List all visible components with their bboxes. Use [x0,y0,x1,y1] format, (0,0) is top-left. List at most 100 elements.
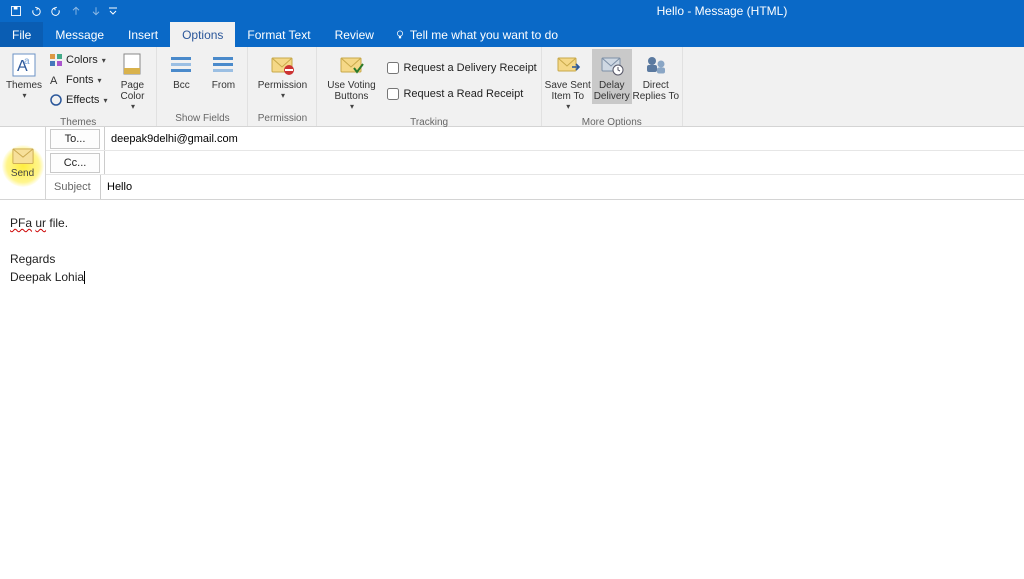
permission-icon [268,51,296,79]
delay-delivery-button[interactable]: Delay Delivery [592,49,632,104]
fonts-button[interactable]: A Fonts▾ [46,70,110,90]
delay-delivery-label: Delay Delivery [594,80,630,102]
page-color-icon [118,51,146,79]
save-sent-label: Save Sent Item To [545,80,591,102]
delivery-receipt-checkbox[interactable] [387,62,399,74]
group-more-options: Save Sent Item To ▾ Delay Delivery Direc… [542,47,683,126]
chevron-down-icon: ▾ [566,102,570,111]
window-title: Hello - Message (HTML) [657,4,788,18]
body-line-1: PFa ur file. [10,214,1014,232]
save-sent-icon [554,51,582,79]
send-button[interactable]: Send [0,127,46,199]
tab-file[interactable]: File [0,22,43,47]
tell-me-label: Tell me what you want to do [410,28,558,42]
save-icon[interactable] [8,3,24,19]
page-color-button[interactable]: Page Color ▾ [112,49,152,113]
effects-icon [49,93,63,107]
effects-button[interactable]: Effects▾ [46,90,110,110]
to-row: To... [46,127,1024,151]
subject-row: Subject [46,175,1024,199]
ribbon-tabs: File Message Insert Options Format Text … [0,22,1024,47]
use-voting-buttons[interactable]: Use Voting Buttons ▾ [321,49,381,113]
direct-replies-icon [642,51,670,79]
delivery-receipt-label: Request a Delivery Receipt [403,62,536,74]
request-delivery-receipt[interactable]: Request a Delivery Receipt [387,58,536,78]
to-button[interactable]: To... [50,129,100,149]
themes-icon: Aa [10,51,38,79]
chevron-down-icon: ▾ [22,91,26,100]
fonts-icon: A [49,73,63,87]
delay-delivery-icon [598,51,626,79]
effects-label: Effects [66,94,99,106]
group-tracking-label: Tracking [317,115,540,130]
permission-label: Permission [258,80,307,91]
body-text: PFa [10,216,32,230]
themes-label: Themes [6,80,42,91]
message-header: Send To... Cc... Subject [0,127,1024,200]
send-icon [12,148,34,166]
group-themes: Aa Themes ▾ Colors▾ A Fonts▾ Effects▾ [0,47,157,126]
to-field[interactable] [104,127,1024,150]
svg-text:A: A [50,75,58,87]
qat-next-icon[interactable] [88,3,104,19]
bcc-icon [167,51,195,79]
cc-button[interactable]: Cc... [50,153,100,173]
bcc-button[interactable]: Bcc [161,49,201,93]
voting-icon [337,51,365,79]
from-icon [209,51,237,79]
colors-icon [49,53,63,67]
quick-access-toolbar [0,0,118,22]
redo-icon[interactable] [48,3,64,19]
chevron-down-icon: ▾ [131,102,135,111]
text-cursor [84,271,85,284]
permission-button[interactable]: Permission ▾ [252,49,312,102]
qat-previous-icon[interactable] [68,3,84,19]
tab-format-text[interactable]: Format Text [235,22,322,47]
body-line-3: Deepak Lohia [10,268,1014,286]
chevron-down-icon: ▾ [281,91,285,100]
chevron-down-icon: ▾ [350,102,354,111]
qat-customize-icon[interactable] [108,3,118,19]
group-tracking: Use Voting Buttons ▾ Request a Delivery … [317,47,541,126]
page-color-label: Page Color [121,80,145,102]
subject-field[interactable] [100,175,1024,199]
message-body[interactable]: PFa ur file. Regards Deepak Lohia [0,200,1024,300]
send-label: Send [11,168,34,179]
body-line-2: Regards [10,250,1014,268]
request-read-receipt[interactable]: Request a Read Receipt [387,84,536,104]
voting-label: Use Voting Buttons [327,80,375,102]
tab-review[interactable]: Review [323,22,386,47]
subject-label: Subject [50,181,100,193]
group-show-fields: Bcc From Show Fields [157,47,248,126]
body-text: file. [46,216,68,230]
read-receipt-label: Request a Read Receipt [403,88,523,100]
tab-message[interactable]: Message [43,22,116,47]
bcc-label: Bcc [173,80,190,91]
cc-row: Cc... [46,151,1024,175]
direct-replies-to-button[interactable]: Direct Replies To [634,49,678,104]
title-bar: Hello - Message (HTML) [0,0,1024,22]
undo-icon[interactable] [28,3,44,19]
lightbulb-icon [394,29,406,41]
group-show-fields-label: Show Fields [157,111,247,126]
themes-button[interactable]: Aa Themes ▾ [4,49,44,102]
colors-label: Colors [66,54,98,66]
colors-button[interactable]: Colors▾ [46,50,110,70]
cc-field[interactable] [104,151,1024,174]
read-receipt-checkbox[interactable] [387,88,399,100]
group-permission: Permission ▾ Permission [248,47,317,126]
svg-text:a: a [24,56,30,67]
ribbon: Aa Themes ▾ Colors▾ A Fonts▾ Effects▾ [0,47,1024,127]
tab-insert[interactable]: Insert [116,22,170,47]
from-label: From [212,80,235,91]
body-text: ur [35,216,46,230]
direct-replies-label: Direct Replies To [633,80,680,102]
group-permission-label: Permission [248,111,316,126]
tab-options[interactable]: Options [170,22,235,47]
group-more-options-label: More Options [542,115,682,130]
save-sent-item-to-button[interactable]: Save Sent Item To ▾ [546,49,590,113]
fonts-label: Fonts [66,74,94,86]
from-button[interactable]: From [203,49,243,93]
blank-line [10,232,1014,250]
tell-me-search[interactable]: Tell me what you want to do [386,22,558,47]
